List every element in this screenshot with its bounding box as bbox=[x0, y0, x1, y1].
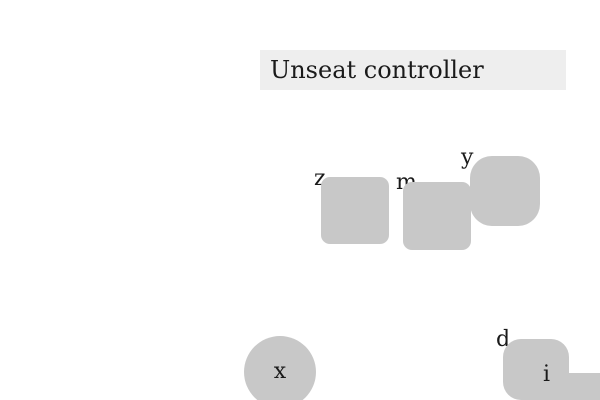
shape-x-label: x bbox=[273, 359, 287, 384]
instruction-text: Unseat controller bbox=[260, 50, 566, 90]
shape-z[interactable] bbox=[321, 177, 389, 244]
shape-y-label: y bbox=[461, 145, 474, 170]
shape-i[interactable] bbox=[560, 373, 600, 400]
shape-i-label: i bbox=[543, 362, 551, 387]
shape-m[interactable] bbox=[403, 182, 471, 250]
shape-x[interactable]: x bbox=[244, 336, 316, 400]
shape-y[interactable] bbox=[470, 156, 540, 226]
